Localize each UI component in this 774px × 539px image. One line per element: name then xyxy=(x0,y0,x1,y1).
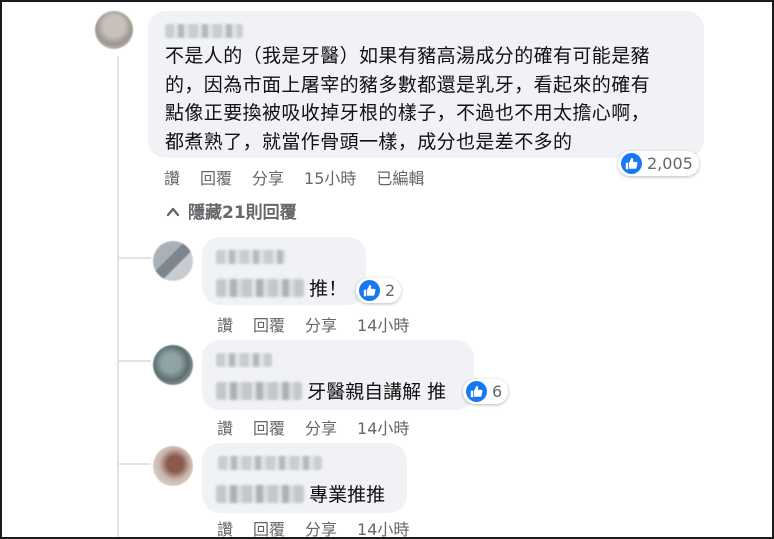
like-button[interactable]: 讚 xyxy=(217,312,233,336)
reply-text: 牙醫親自講解 推 xyxy=(307,381,447,403)
avatar[interactable] xyxy=(153,345,193,385)
share-button[interactable]: 分享 xyxy=(305,312,337,336)
comment-line: 都煮熟了，就當作骨頭一樣，成分也是差不多的 xyxy=(165,130,573,153)
comment-line: 的，因為市面上屠宰的豬多數都還是乳牙，看起來的確有 xyxy=(165,73,651,96)
reaction-badge[interactable]: 2,005 xyxy=(618,151,699,176)
reply-button[interactable]: 回覆 xyxy=(253,312,285,336)
reply-text: 推！ xyxy=(309,278,348,300)
thread-line xyxy=(117,56,119,206)
reaction-count: 2,005 xyxy=(647,154,693,173)
commenter-name[interactable] xyxy=(216,353,272,367)
share-button[interactable]: 分享 xyxy=(252,165,284,189)
commenter-name[interactable] xyxy=(218,456,322,470)
avatar[interactable] xyxy=(95,11,133,49)
commenter-name[interactable] xyxy=(165,24,243,38)
like-button[interactable]: 讚 xyxy=(164,165,180,189)
reaction-badge[interactable]: 2 xyxy=(356,278,402,303)
reply-text: 專業推推 xyxy=(309,484,386,506)
comment-line: 點像正要換被吸收掉牙根的樣子，不過也不用太擔心啊， xyxy=(165,102,651,124)
comment-actions: 讚回覆 分享 15小時 已編輯 xyxy=(164,165,444,189)
like-button[interactable]: 讚 xyxy=(217,415,233,439)
like-button[interactable]: 讚 xyxy=(217,516,233,537)
avatar[interactable] xyxy=(153,446,193,486)
hide-replies-label: 隱藏21則回覆 xyxy=(188,203,297,223)
timestamp[interactable]: 14小時 xyxy=(357,415,409,439)
reply-button[interactable]: 回覆 xyxy=(253,415,285,439)
reply-actions: 讚回覆 分享 14小時 xyxy=(217,312,429,336)
thread-branch xyxy=(117,360,151,362)
share-button[interactable]: 分享 xyxy=(305,516,337,537)
avatar[interactable] xyxy=(153,241,193,281)
thread-branch xyxy=(117,257,151,259)
reply-content: 牙醫親自講解 推 xyxy=(216,377,446,404)
thumbs-up-icon xyxy=(466,381,487,402)
thread-line xyxy=(117,206,119,537)
mentioned-user[interactable] xyxy=(216,278,304,297)
thumbs-up-icon xyxy=(359,280,380,301)
thread-branch xyxy=(117,463,151,465)
mentioned-user[interactable] xyxy=(216,484,304,503)
comment-line: 不是人的（我是牙醫）如果有豬高湯成分的確有可能是豬 xyxy=(165,45,651,67)
reply-button[interactable]: 回覆 xyxy=(200,165,232,189)
comment-text: 不是人的（我是牙醫）如果有豬高湯成分的確有可能是豬 的，因為市面上屠宰的豬多數都… xyxy=(165,42,650,156)
reply-bubble: 推！ xyxy=(202,237,366,305)
reaction-count: 6 xyxy=(492,382,503,401)
comment-thread: 不是人的（我是牙醫）如果有豬高湯成分的確有可能是豬 的，因為市面上屠宰的豬多數都… xyxy=(0,0,774,539)
reply-actions: 讚回覆 分享 14小時 xyxy=(217,415,429,439)
edited-label: 已編輯 xyxy=(376,169,425,188)
chevron-up-icon xyxy=(166,207,180,217)
mentioned-user[interactable] xyxy=(216,381,302,400)
timestamp[interactable]: 14小時 xyxy=(357,516,409,537)
timestamp[interactable]: 14小時 xyxy=(357,312,409,336)
reply-bubble: 專業推推 xyxy=(202,443,407,513)
reply-content: 推！ xyxy=(216,274,347,301)
reaction-badge[interactable]: 6 xyxy=(463,379,509,404)
comment-bubble: 不是人的（我是牙醫）如果有豬高湯成分的確有可能是豬 的，因為市面上屠宰的豬多數都… xyxy=(148,11,704,158)
commenter-name[interactable] xyxy=(216,250,286,264)
share-button[interactable]: 分享 xyxy=(305,415,337,439)
timestamp[interactable]: 15小時 xyxy=(304,165,356,189)
thumbs-up-icon xyxy=(621,153,642,174)
reply-button[interactable]: 回覆 xyxy=(253,516,285,537)
reply-bubble: 牙醫親自講解 推 xyxy=(202,340,474,410)
hide-replies-button[interactable]: 隱藏21則回覆 xyxy=(166,198,297,223)
reply-actions: 讚回覆 分享 14小時 xyxy=(217,516,429,537)
reaction-count: 2 xyxy=(385,281,396,300)
reply-content: 專業推推 xyxy=(216,480,385,507)
